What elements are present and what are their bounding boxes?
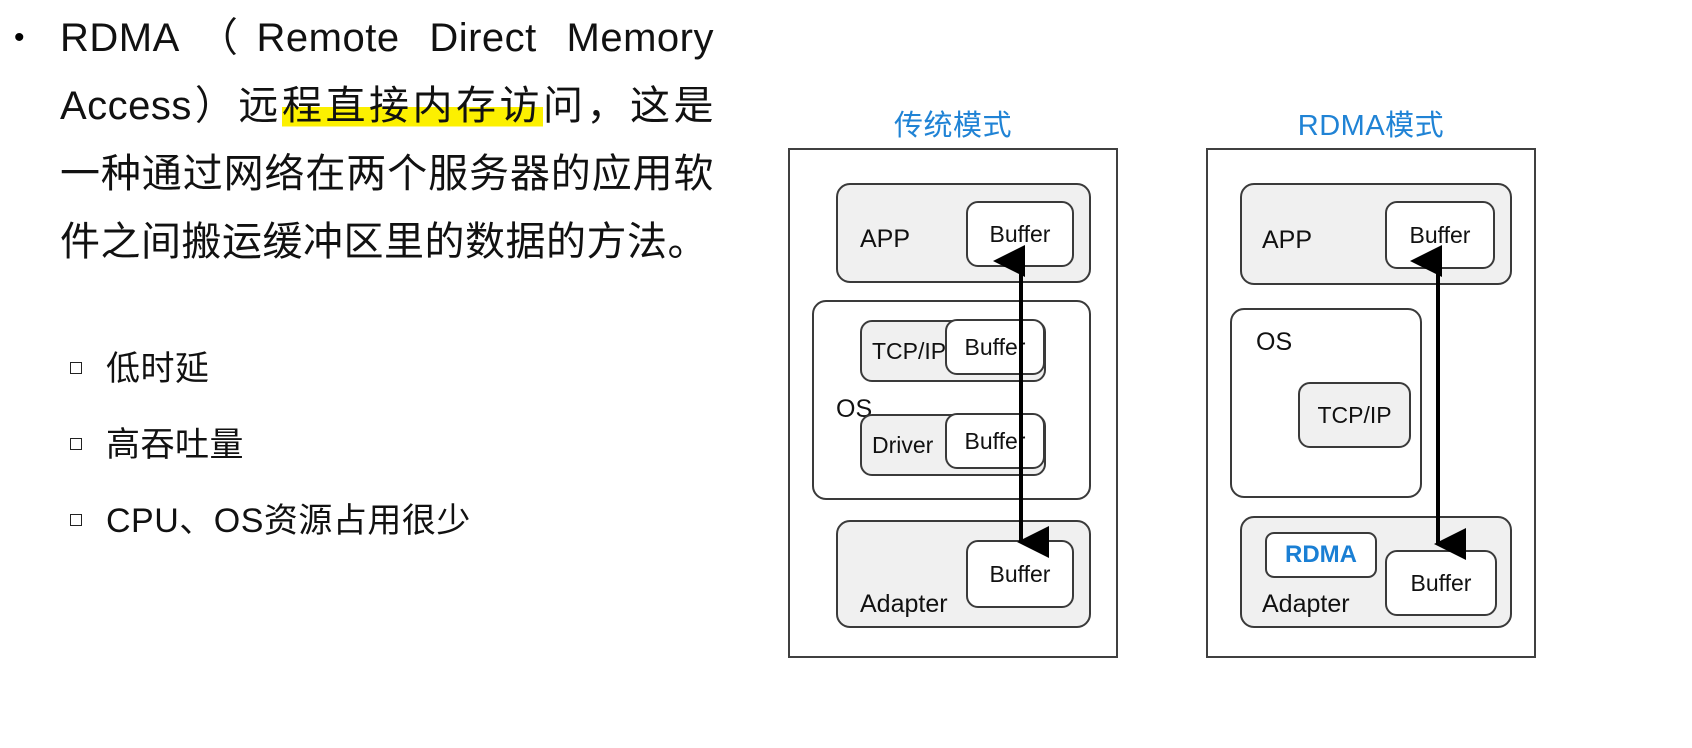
main-bullet-paragraph: • RDMA（Remote Direct Memory Access）远程直接内… [14, 4, 714, 276]
sub-bullet-label: 低时延 [106, 350, 210, 388]
rdma-accel-chip: RDMA [1265, 532, 1377, 578]
diagram-title-rdma: RDMA模式 [1297, 110, 1445, 142]
slide-canvas: • RDMA（Remote Direct Memory Access）远程直接内… [0, 0, 1692, 748]
text-column: • RDMA（Remote Direct Memory Access）远程直接内… [0, 0, 740, 620]
sub-bullet-list: 低时延 高吞吐量 CPU、OS资源占用很少 [70, 352, 720, 580]
sub-bullet-label: CPU、OS资源占用很少 [106, 502, 471, 540]
traditional-adapter-label: Adapter [860, 590, 948, 618]
list-item: 高吞吐量 [70, 428, 720, 504]
main-bullet-text: RDMA（Remote Direct Memory Access）远程直接内存访… [60, 4, 714, 276]
traditional-app-layer: APP Buffer [836, 183, 1091, 283]
traditional-os-layer: OS TCP/IP Buffer Driver Buffer [812, 300, 1091, 500]
traditional-adapter-layer: Adapter Buffer [836, 520, 1091, 628]
diagram-rdma-mode: RDMA模式 APP Buffer OS TCP/IP Adapter RDMA… [1206, 110, 1536, 658]
rdma-os-layer: OS TCP/IP [1230, 308, 1422, 498]
traditional-app-label: APP [860, 225, 911, 253]
diagram-traditional-mode: 传统模式 APP Buffer OS TCP/IP Buffer Driver … [788, 110, 1118, 658]
traditional-tcpip-row: TCP/IP Buffer [860, 319, 1046, 382]
traditional-driver-row: Driver Buffer [860, 413, 1046, 476]
rdma-os-label: OS [1256, 328, 1293, 356]
diagram-title-traditional: 传统模式 [893, 110, 1012, 142]
rdma-app-label: APP [1262, 226, 1313, 254]
traditional-adapter-buffer: Buffer [966, 540, 1074, 608]
rdma-app-buffer: Buffer [1385, 201, 1495, 269]
list-item: 低时延 [70, 352, 720, 428]
bullet-marker-icon: • [14, 21, 25, 54]
hollow-square-bullet-icon [70, 438, 106, 452]
traditional-tcpip-label: TCP/IP [872, 337, 947, 364]
rdma-os-tcpip: TCP/IP [1298, 382, 1411, 448]
rdma-adapter-layer: Adapter RDMA Buffer [1240, 516, 1512, 628]
hollow-square-bullet-icon [70, 514, 106, 528]
sub-bullet-label: 高吞吐量 [106, 426, 244, 464]
rdma-adapter-label: Adapter [1262, 590, 1350, 618]
traditional-driver-buffer: Buffer [945, 413, 1045, 469]
rdma-adapter-buffer: Buffer [1385, 550, 1497, 616]
hollow-square-bullet-icon [70, 362, 106, 376]
rdma-app-layer: APP Buffer [1240, 183, 1512, 285]
traditional-tcpip-buffer: Buffer [945, 319, 1045, 375]
traditional-driver-label: Driver [872, 431, 934, 458]
list-item: CPU、OS资源占用很少 [70, 504, 720, 580]
traditional-app-buffer: Buffer [966, 201, 1074, 267]
highlighted-phrase: 程直接内存访 [281, 84, 543, 128]
